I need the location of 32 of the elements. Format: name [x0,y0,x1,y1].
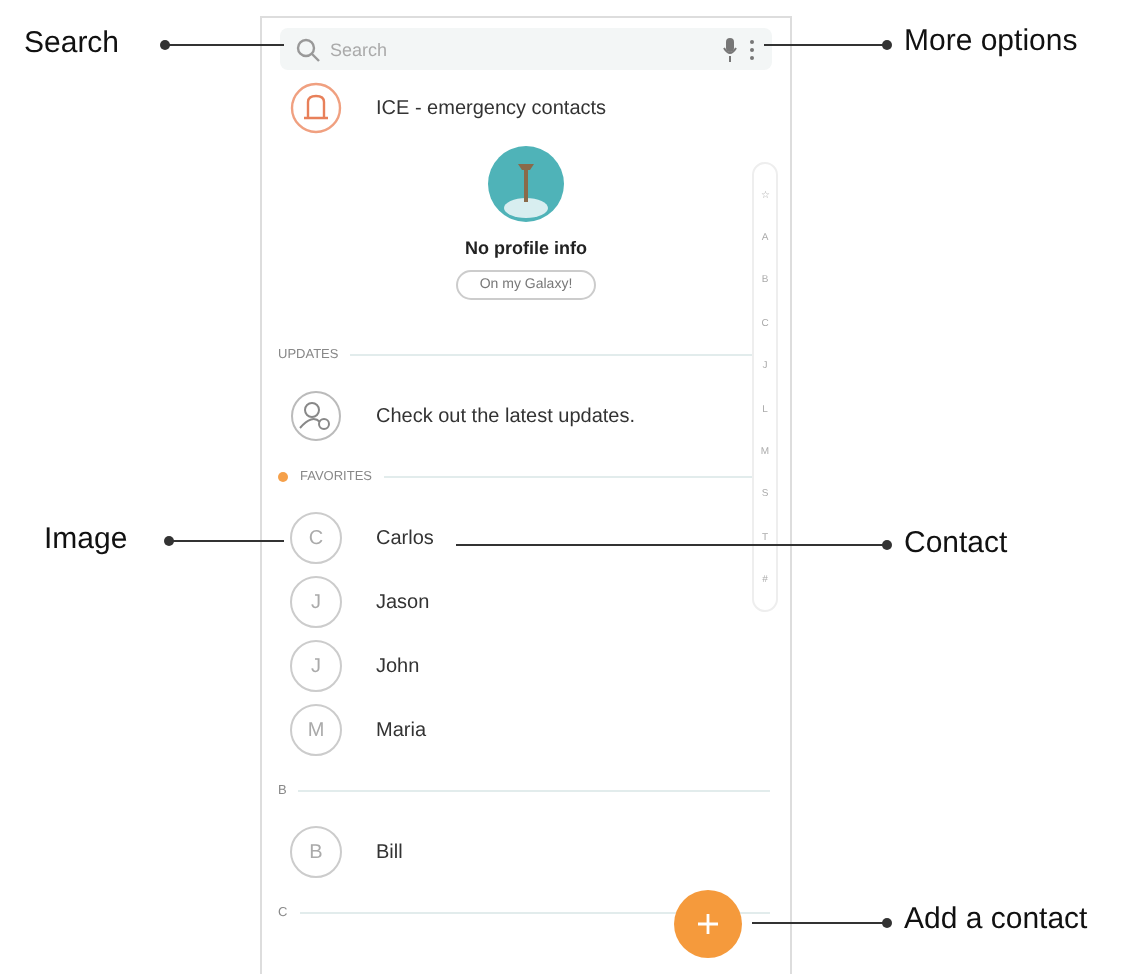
more-options-icon [748,37,756,61]
microphone-icon [722,37,738,61]
contact-avatar: M [290,704,342,756]
ice-contacts-label[interactable]: ICE - emergency contacts [376,97,607,119]
profile-picture-drawing [488,146,564,222]
callout-label: Image [44,522,128,556]
contact-name[interactable]: Maria [376,719,427,741]
callout-label: Search [24,26,120,60]
contact-avatar: J [290,576,342,628]
add-contact-button[interactable] [674,890,742,958]
updates-message[interactable]: Check out the latest updates. [376,405,636,427]
callout-label: More options [904,24,1078,58]
plus-icon [698,914,718,934]
search-icon [296,37,320,61]
person-icon [290,390,342,442]
contact-name[interactable]: Jason [376,591,430,613]
search-field[interactable]: Search [330,39,712,59]
contact-name[interactable]: Carlos [376,527,434,549]
leader-line [752,922,888,924]
leader-line [164,44,284,46]
ice-icon [290,82,342,134]
profile-status: No profile info [465,238,587,258]
contact-avatar: B [290,826,342,878]
callout-label: Contact [904,526,1008,560]
contact-name[interactable]: John [376,655,420,677]
contact-name[interactable]: Bill [376,841,403,863]
contact-avatar: J [290,640,342,692]
search-bar[interactable]: Search [280,28,772,70]
callout-label: Add a contact [904,902,1088,936]
leader-line [168,540,284,542]
leader-line [764,44,888,46]
contact-avatar: C [290,512,342,564]
